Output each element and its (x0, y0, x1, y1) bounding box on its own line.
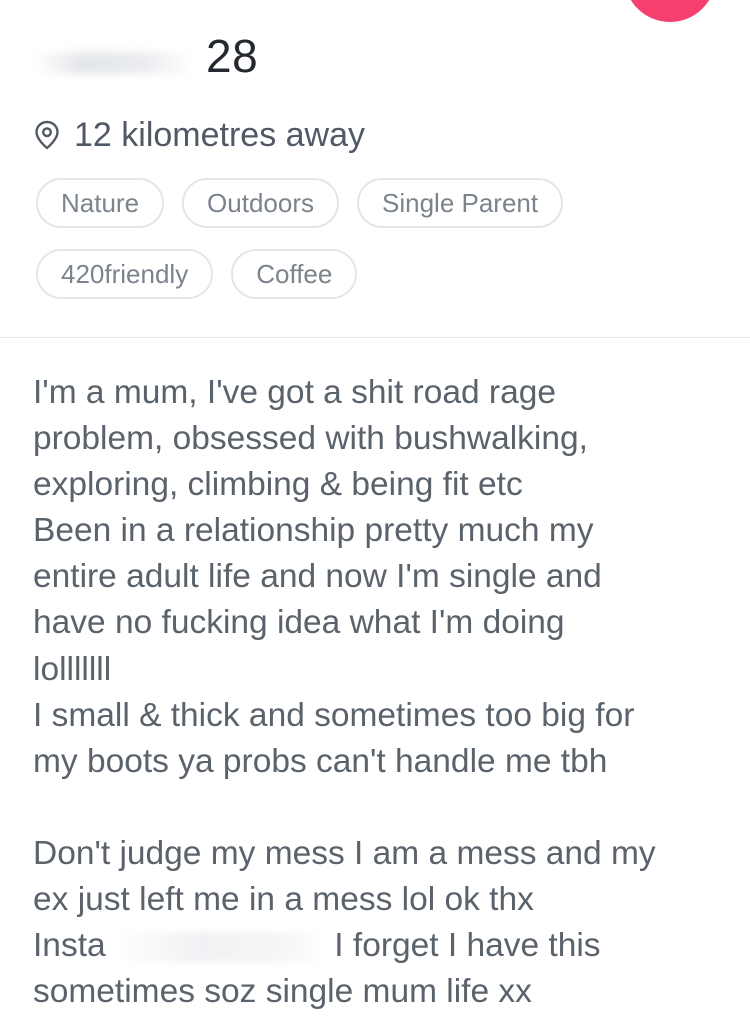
profile-header: 28 12 kilometres away Nature Outdoors Si… (0, 0, 750, 338)
bio-line: I small & thick and sometimes too big fo… (33, 696, 635, 734)
bio-line: Been in a relationship pretty much my (33, 512, 594, 550)
section-divider (0, 337, 750, 338)
profile-age: 28 (206, 30, 259, 82)
passions-row-1: Nature Outdoors Single Parent (36, 178, 716, 228)
bio-line: lolllllll (33, 650, 112, 688)
bio-line: exploring, climbing & being fit etc (33, 466, 523, 504)
passions-row-2: 420friendly Coffee (36, 249, 716, 299)
passion-chip-coffee: Coffee (231, 249, 358, 299)
passion-chip-420friendly: 420friendly (36, 249, 214, 299)
redacted-handle (114, 932, 325, 963)
insta-label: Insta (33, 927, 106, 965)
bio-line: have no fucking idea what I'm doing (33, 604, 565, 642)
bio-text: I'm a mum, I've got a shit road rage pro… (33, 370, 733, 1015)
bio-line: my boots ya probs can't handle me tbh (33, 742, 608, 780)
passion-chip-nature: Nature (36, 178, 165, 228)
passion-chip-outdoors: Outdoors (182, 178, 339, 228)
name-age-row: 28 (34, 26, 258, 86)
bio-blank-line (33, 785, 733, 831)
passion-chip-single-parent: Single Parent (357, 178, 564, 228)
bio-line: sometimes soz single mum life xx (33, 973, 532, 1011)
distance-text: 12 kilometres away (74, 115, 366, 154)
bio-line: Don't judge my mess I am a mess and my (33, 834, 656, 872)
passions-list: Nature Outdoors Single Parent 420friendl… (36, 178, 716, 320)
bio-line: entire adult life and now I'm single and (33, 558, 602, 596)
bio-insta-line: Insta I forget I have this (33, 923, 733, 969)
redacted-name (34, 52, 194, 74)
location-pin-icon (34, 120, 60, 150)
bio-line: ex just left me in a mess lol ok thx (33, 881, 534, 919)
insta-tail: I forget I have this (334, 927, 601, 965)
bio-line: problem, obsessed with bushwalking, (33, 420, 588, 458)
distance-row: 12 kilometres away (34, 112, 365, 158)
bio-line: I'm a mum, I've got a shit road rage (33, 374, 556, 411)
